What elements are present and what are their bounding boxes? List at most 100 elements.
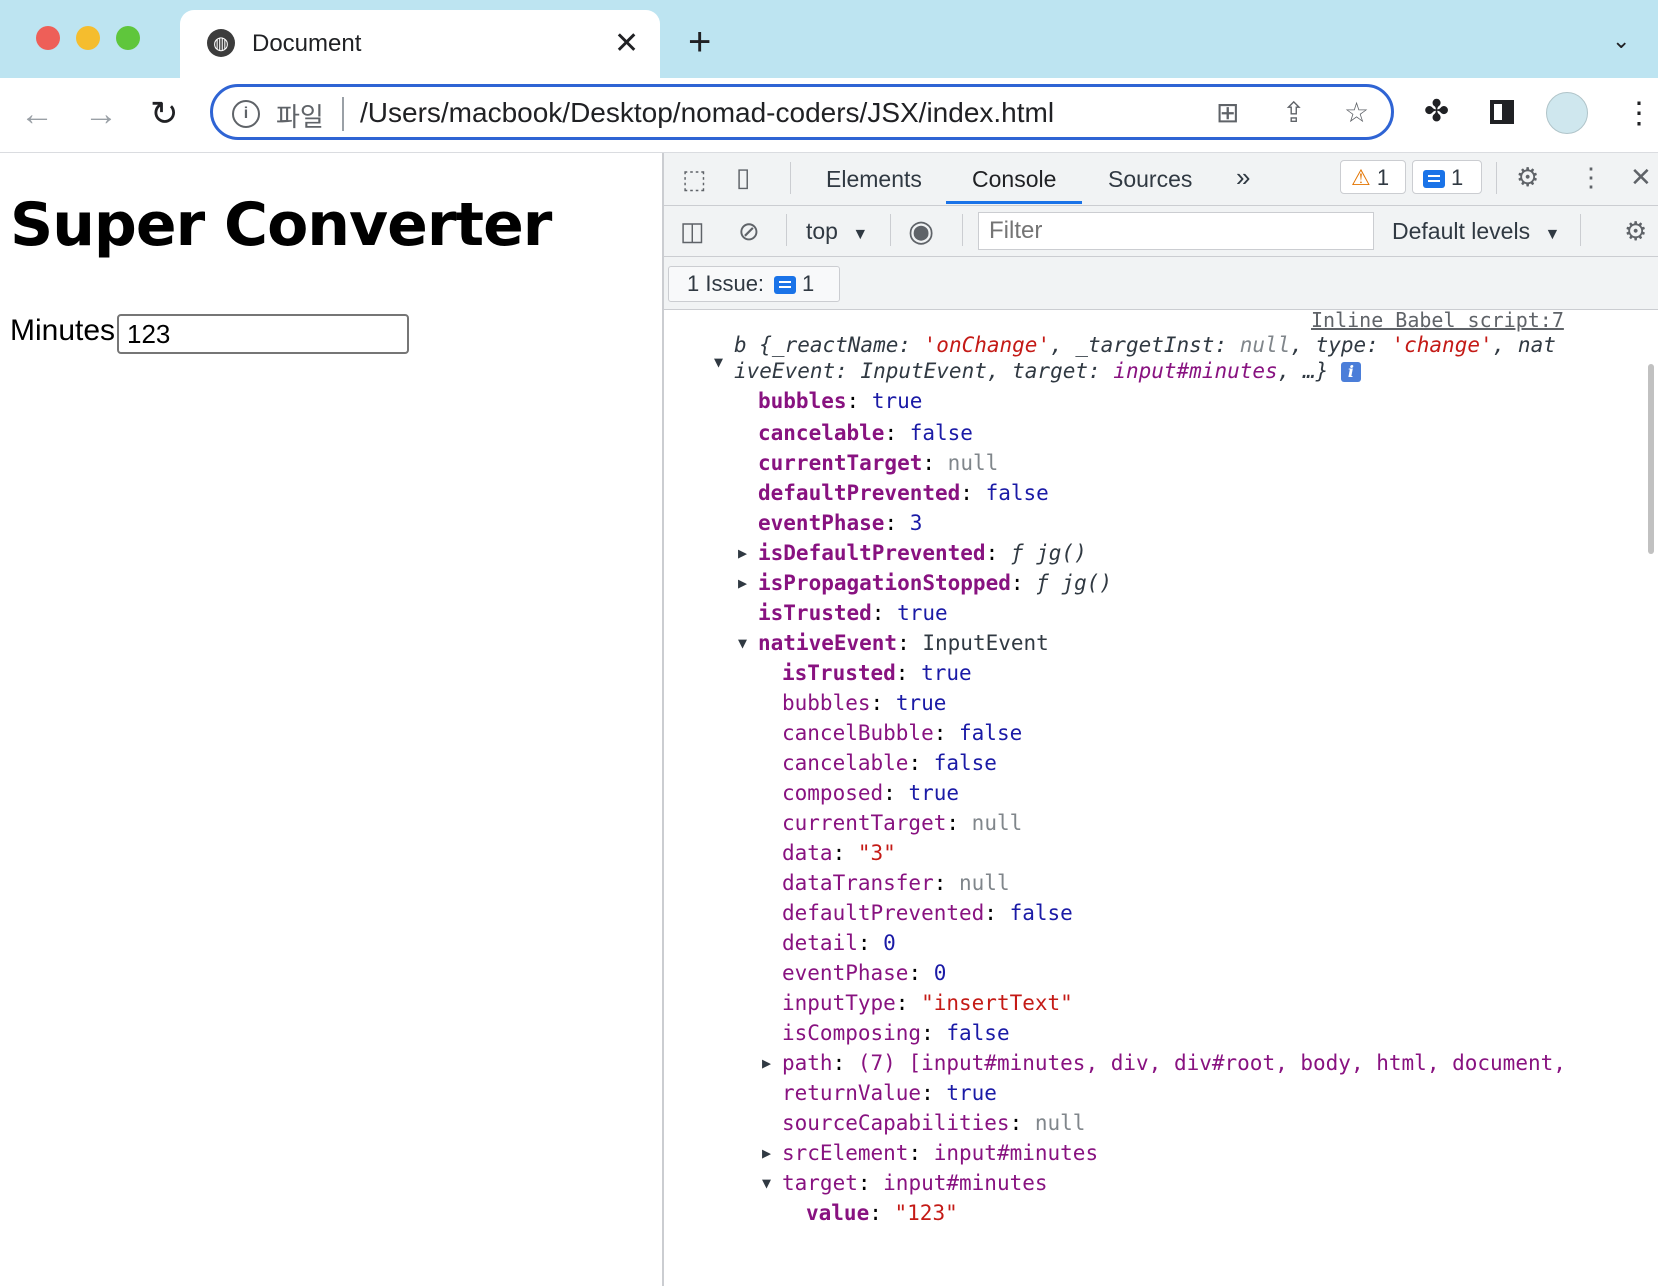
messages-count: 1	[1451, 165, 1464, 190]
tab-elements[interactable]: Elements	[826, 166, 922, 193]
issues-button[interactable]: 1 Issue: 1	[668, 266, 840, 302]
translate-icon[interactable]: ⊞	[1216, 96, 1239, 129]
divider	[890, 214, 891, 246]
prop-row: bubbles: true	[758, 389, 923, 413]
prop-row: currentTarget: null	[758, 451, 999, 475]
new-tab-button[interactable]: +	[688, 22, 711, 62]
sidebar-toggle-icon[interactable]: ◫	[680, 216, 705, 247]
avatar[interactable]	[1546, 92, 1588, 134]
source-link[interactable]: Inline Babel script:7	[1311, 308, 1564, 332]
site-info-icon[interactable]: i	[232, 100, 260, 128]
bookmark-star-icon[interactable]: ☆	[1344, 96, 1369, 129]
console-settings-gear-icon[interactable]: ⚙	[1624, 216, 1647, 247]
context-value: top	[806, 218, 838, 244]
expand-triangle-icon[interactable]: ▶	[762, 1054, 771, 1072]
console-filter-input[interactable]	[978, 212, 1374, 250]
address-separator	[342, 97, 344, 131]
prop-row[interactable]: nativeEvent: InputEvent	[758, 628, 1049, 658]
live-expression-eye-icon[interactable]: ◉	[908, 214, 934, 249]
warnings-count: 1	[1376, 165, 1390, 190]
console-scrollbar[interactable]	[1648, 364, 1654, 554]
maximize-window-button[interactable]	[116, 26, 140, 50]
divider	[786, 214, 787, 246]
prop-row: dataTransfer: null	[782, 871, 1010, 895]
dropdown-arrow-icon: ▼	[1544, 226, 1561, 243]
prop-row: defaultPrevented: false	[782, 901, 1073, 925]
prop-row: defaultPrevented: false	[758, 481, 1049, 505]
tab-sources[interactable]: Sources	[1108, 166, 1192, 193]
info-icon[interactable]: i	[1340, 362, 1361, 382]
divider	[790, 162, 791, 194]
active-tab-indicator	[946, 201, 1082, 204]
prop-row: eventPhase: 3	[758, 511, 923, 535]
minimize-window-button[interactable]	[76, 26, 100, 50]
expand-triangle-icon[interactable]: ▼	[714, 353, 723, 371]
prop-row[interactable]: srcElement: input#minutes	[782, 1138, 1098, 1168]
extensions-puzzle-icon[interactable]: ✤	[1424, 94, 1449, 129]
chevron-down-icon[interactable]: ⌄	[1612, 28, 1630, 54]
collapse-triangle-icon[interactable]: ▼	[762, 1174, 771, 1192]
prop-row: detail: 0	[782, 931, 896, 955]
divider	[1580, 214, 1581, 246]
tab-title: Document	[252, 30, 362, 57]
minutes-input[interactable]	[117, 314, 409, 354]
context-select[interactable]: top ▼	[806, 218, 868, 245]
inspect-element-icon[interactable]: ⬚	[682, 164, 707, 195]
expand-triangle-icon[interactable]: ▶	[738, 574, 747, 592]
prop-row: isComposing: false	[782, 1021, 1010, 1045]
dropdown-arrow-icon: ▼	[852, 226, 869, 243]
close-devtools-icon[interactable]: ✕	[1630, 162, 1652, 193]
more-menu-icon[interactable]: ⋮	[1624, 96, 1654, 131]
globe-icon: ◍	[207, 29, 235, 57]
prop-row: bubbles: true	[782, 691, 947, 715]
prop-row: eventPhase: 0	[782, 961, 947, 985]
prop-row[interactable]: isDefaultPrevented: ƒ jg()	[758, 538, 1087, 568]
forward-arrow-icon[interactable]: →	[84, 94, 118, 134]
prop-row: composed: true	[782, 781, 960, 805]
devtools-menu-icon[interactable]: ⋮	[1578, 162, 1604, 193]
divider	[1496, 162, 1497, 194]
log-levels-select[interactable]: Default levels ▼	[1392, 218, 1560, 245]
clear-console-icon[interactable]: ⊘	[738, 216, 760, 247]
device-toolbar-icon[interactable]: ▯	[736, 162, 750, 193]
url-text[interactable]: /Users/macbook/Desktop/nomad-coders/JSX/…	[360, 97, 1054, 129]
reload-icon[interactable]: ↻	[150, 94, 179, 134]
messages-badge[interactable]: 1	[1412, 160, 1482, 194]
tab-console[interactable]: Console	[972, 166, 1056, 193]
close-tab-icon[interactable]: ✕	[614, 26, 639, 61]
expand-triangle-icon[interactable]: ▶	[762, 1144, 771, 1162]
prop-row: cancelable: false	[782, 751, 997, 775]
prop-row: sourceCapabilities: null	[782, 1111, 1086, 1135]
expand-triangle-icon[interactable]: ▶	[738, 544, 747, 562]
more-tabs-button[interactable]: »	[1236, 162, 1250, 193]
issues-count: 1	[802, 271, 815, 296]
side-panel-icon[interactable]	[1490, 100, 1514, 124]
prop-row: data: "3"	[782, 841, 896, 865]
prop-row: isTrusted: true	[782, 661, 972, 685]
message-icon	[1423, 170, 1445, 189]
prop-row: value: "123"	[806, 1201, 958, 1225]
console-output: Inline Babel script:7 ▼ b {_reactName: '…	[664, 308, 1644, 1286]
minutes-label: Minutes	[10, 314, 116, 347]
settings-gear-icon[interactable]: ⚙	[1516, 162, 1539, 193]
event-object-header-cont: iveEvent: InputEvent, target: input#minu…	[734, 356, 1361, 386]
log-levels-value: Default levels	[1392, 218, 1531, 244]
prop-row: returnValue: true	[782, 1081, 997, 1105]
page-title: Super Converter	[10, 190, 552, 260]
collapse-triangle-icon[interactable]: ▼	[738, 634, 747, 652]
warnings-badge[interactable]: ⚠ 1	[1340, 160, 1406, 194]
close-window-button[interactable]	[36, 26, 60, 50]
scheme-label: 파일	[276, 102, 324, 132]
warning-icon: ⚠	[1351, 165, 1371, 190]
prop-row: cancelBubble: false	[782, 721, 1023, 745]
prop-row[interactable]: target: input#minutes	[782, 1168, 1048, 1198]
share-icon[interactable]: ⇪	[1282, 96, 1305, 129]
prop-row[interactable]: isPropagationStopped: ƒ jg()	[758, 568, 1112, 598]
back-arrow-icon[interactable]: ←	[20, 94, 54, 134]
prop-row: cancelable: false	[758, 421, 973, 445]
divider	[962, 214, 963, 246]
issue-message-icon	[774, 276, 797, 295]
prop-row: inputType: "insertText"	[782, 991, 1073, 1015]
prop-row: currentTarget: null	[782, 811, 1023, 835]
prop-row[interactable]: path: (7) [input#minutes, div, div#root,…	[782, 1048, 1566, 1078]
